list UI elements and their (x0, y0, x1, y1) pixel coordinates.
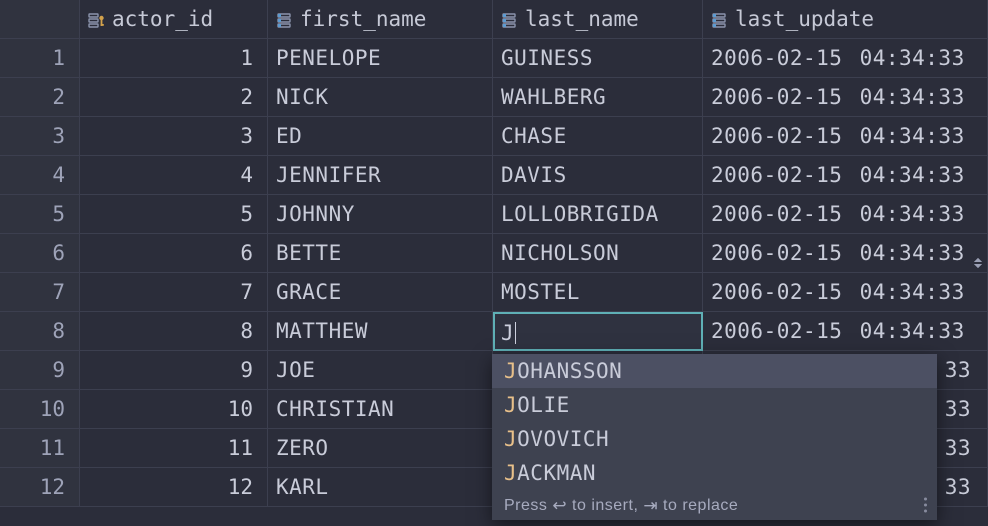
cell-last_update[interactable]: 2006-02-15 04:34:33 (703, 78, 988, 117)
autocomplete-item[interactable]: JOVOVICH (492, 422, 937, 456)
row-gutter[interactable]: 5 (0, 195, 80, 234)
column-header-first_name[interactable]: first_name (268, 0, 493, 39)
column-header-last_update[interactable]: last_update (703, 0, 988, 39)
row-gutter[interactable]: 7 (0, 273, 80, 312)
autocomplete-match: J (504, 461, 517, 485)
tab-key-icon: ⇥ (643, 496, 658, 515)
cell-actor_id[interactable]: 12 (80, 468, 268, 507)
autocomplete-rest: ACKMAN (517, 461, 596, 485)
cell-first_name[interactable]: PENELOPE (268, 39, 493, 78)
cell-actor_id[interactable]: 10 (80, 390, 268, 429)
cell-last_update[interactable]: 2006-02-15 04:34:33 (703, 273, 988, 312)
row-gutter[interactable]: 4 (0, 156, 80, 195)
enter-key-icon: ↩ (552, 496, 567, 515)
cell-actor_id[interactable]: 9 (80, 351, 268, 390)
cell-first_name[interactable]: KARL (268, 468, 493, 507)
cell-last_update[interactable]: 2006-02-15 04:34:33 (703, 39, 988, 78)
cell-last_name[interactable]: CHASE (493, 117, 703, 156)
autocomplete-item[interactable]: JOLIE (492, 388, 937, 422)
cell-last_update[interactable]: 2006-02-15 04:34:33 (703, 117, 988, 156)
row-gutter[interactable]: 6 (0, 234, 80, 273)
autocomplete-match: J (504, 359, 517, 383)
cell-last_name[interactable]: MOSTEL (493, 273, 703, 312)
cell-actor_id[interactable]: 8 (80, 312, 268, 351)
column-label: last_update (735, 0, 874, 39)
cell-last_name[interactable]: GUINESS (493, 39, 703, 78)
autocomplete-item[interactable]: JOHANSSON (492, 354, 937, 388)
cell-actor_id[interactable]: 4 (80, 156, 268, 195)
cell-actor_id[interactable]: 1 (80, 39, 268, 78)
autocomplete-hint: Press ↩ to insert, ⇥ to replace (492, 490, 937, 520)
cell-last_name[interactable]: WAHLBERG (493, 78, 703, 117)
row-gutter[interactable]: 2 (0, 78, 80, 117)
cell-editor-input[interactable]: J (501, 321, 514, 345)
cell-first_name[interactable]: JOHNNY (268, 195, 493, 234)
cell-first_name[interactable]: BETTE (268, 234, 493, 273)
column-label: first_name (300, 0, 426, 39)
more-icon[interactable] (924, 498, 927, 513)
row-gutter[interactable]: 1 (0, 39, 80, 78)
cell-first_name[interactable]: MATTHEW (268, 312, 493, 351)
cell-actor_id[interactable]: 6 (80, 234, 268, 273)
column-header-actor_id[interactable]: actor_id (80, 0, 268, 39)
row-gutter[interactable]: 3 (0, 117, 80, 156)
autocomplete-item[interactable]: JACKMAN (492, 456, 937, 490)
cell-actor_id[interactable]: 11 (80, 429, 268, 468)
row-gutter[interactable]: 8 (0, 312, 80, 351)
cell-first_name[interactable]: ED (268, 117, 493, 156)
cell-last_name[interactable]: DAVIS (493, 156, 703, 195)
cell-last_update[interactable]: 2006-02-15 04:34:33 (703, 312, 988, 351)
column-label: last_name (525, 0, 639, 39)
autocomplete-rest: OLIE (517, 393, 570, 417)
row-gutter[interactable]: 12 (0, 468, 80, 507)
autocomplete-rest: OVOVICH (517, 427, 609, 451)
cell-last_update[interactable]: 2006-02-15 04:34:33 (703, 156, 988, 195)
cell-actor_id[interactable]: 2 (80, 78, 268, 117)
cell-first_name[interactable]: NICK (268, 78, 493, 117)
cell-actor_id[interactable]: 7 (80, 273, 268, 312)
autocomplete-match: J (504, 393, 517, 417)
cell-last_name[interactable]: LOLLOBRIGIDA (493, 195, 703, 234)
row-gutter[interactable]: 9 (0, 351, 80, 390)
autocomplete-match: J (504, 427, 517, 451)
cell-last_name[interactable]: NICHOLSON (493, 234, 703, 273)
cell-last_update[interactable]: 2006-02-15 04:34:33 (703, 195, 988, 234)
cell-actor_id[interactable]: 5 (80, 195, 268, 234)
cell-first_name[interactable]: ZERO (268, 429, 493, 468)
column-header-last_name[interactable]: last_name (493, 0, 703, 39)
autocomplete-rest: OHANSSON (517, 359, 622, 383)
autocomplete-popup[interactable]: JOHANSSONJOLIEJOVOVICHJACKMANPress ↩ to … (492, 354, 937, 520)
column-label: actor_id (112, 0, 213, 39)
cell-first_name[interactable]: JOE (268, 351, 493, 390)
cell-last_name-editing[interactable]: J (493, 312, 703, 351)
cell-first_name[interactable]: GRACE (268, 273, 493, 312)
gutter-corner (0, 0, 80, 39)
cell-last_update[interactable]: 2006-02-15 04:34:33 (703, 234, 988, 273)
cell-actor_id[interactable]: 3 (80, 117, 268, 156)
text-caret-icon (515, 322, 516, 344)
cell-first_name[interactable]: JENNIFER (268, 156, 493, 195)
row-gutter[interactable]: 11 (0, 429, 80, 468)
cell-first_name[interactable]: CHRISTIAN (268, 390, 493, 429)
row-gutter[interactable]: 10 (0, 390, 80, 429)
